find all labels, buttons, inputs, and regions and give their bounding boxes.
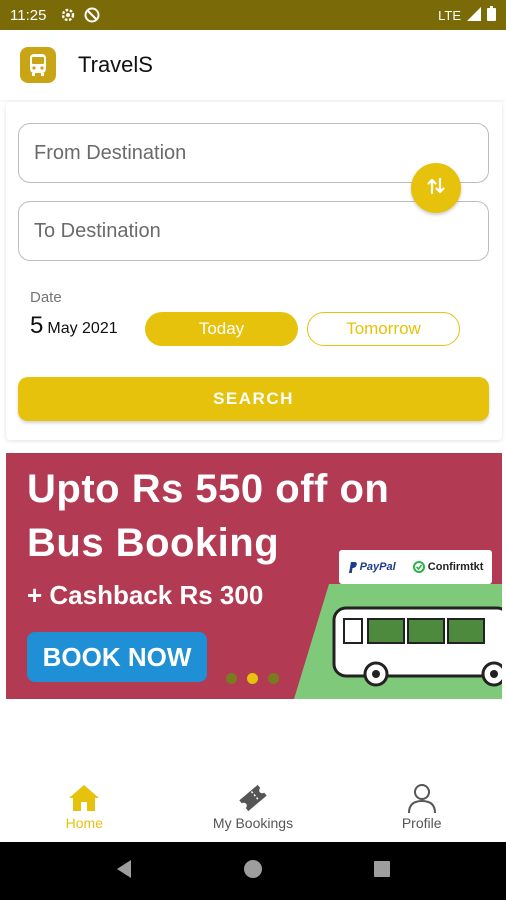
book-now-button[interactable]: BOOK NOW (27, 632, 207, 682)
promo-banner[interactable]: Upto Rs 550 off on Bus Booking + Cashbac… (6, 453, 502, 699)
battery-icon (487, 6, 496, 24)
partner-logos: PayPal Confirmtkt (339, 550, 492, 584)
search-button[interactable]: SEARCH (18, 377, 489, 421)
nav-label-my-bookings: My Bookings (212, 815, 294, 831)
nav-item-home[interactable]: Home (0, 770, 169, 842)
to-destination-input[interactable]: To Destination (18, 201, 489, 261)
carousel-dot[interactable] (268, 673, 279, 684)
home-icon (67, 781, 101, 815)
bus-illustration (294, 584, 502, 699)
selected-date[interactable]: 5 May 2021 (30, 312, 118, 340)
status-time: 11:25 (10, 6, 47, 24)
swap-vertical-icon (425, 175, 447, 202)
date-month-year: May 2021 (47, 320, 118, 337)
confirmtkt-logo: Confirmtkt (412, 561, 484, 573)
nav-item-my-bookings[interactable]: My Bookings (169, 770, 338, 842)
paypal-logo: PayPal (348, 561, 396, 573)
tomorrow-button[interactable]: Tomorrow (307, 312, 460, 346)
confirmtkt-text: Confirmtkt (427, 561, 484, 573)
search-card: From Destination To Destination Date 5 Ma… (6, 102, 502, 440)
person-icon (407, 781, 437, 815)
banner-headline-line2: Bus Booking (27, 521, 280, 565)
paypal-text: PayPal (359, 561, 396, 573)
today-button[interactable]: Today (145, 312, 298, 346)
network-label: LTE (438, 7, 461, 23)
app-title: TravelS (78, 52, 153, 77)
banner-headline-line1: Upto Rs 550 off on (27, 467, 390, 511)
banner-cashback: + Cashback Rs 300 (27, 580, 264, 610)
settings-icon (60, 7, 76, 23)
carousel-indicator (226, 673, 279, 684)
swap-destinations-button[interactable] (411, 163, 461, 213)
bottom-navigation: Home My Bookings Profile (0, 770, 506, 842)
to-placeholder: To Destination (34, 219, 161, 242)
bus-logo-icon (20, 47, 56, 83)
home-circle-icon[interactable] (243, 859, 263, 884)
date-label: Date (30, 289, 62, 306)
from-placeholder: From Destination (34, 141, 187, 164)
nav-label-profile: Profile (401, 815, 442, 831)
status-bar: 11:25 LTE (0, 0, 506, 30)
signal-icon (467, 6, 481, 24)
nav-item-profile[interactable]: Profile (337, 770, 506, 842)
carousel-dot-active[interactable] (247, 673, 258, 684)
app-bar: TravelS (0, 30, 506, 100)
no-disturb-icon (84, 7, 100, 23)
date-day: 5 (30, 312, 44, 339)
back-icon[interactable] (115, 859, 133, 884)
system-navigation-bar (0, 842, 506, 900)
carousel-dot[interactable] (226, 673, 237, 684)
ticket-icon (236, 781, 270, 815)
recents-icon[interactable] (373, 860, 391, 883)
nav-label-home: Home (65, 815, 104, 831)
